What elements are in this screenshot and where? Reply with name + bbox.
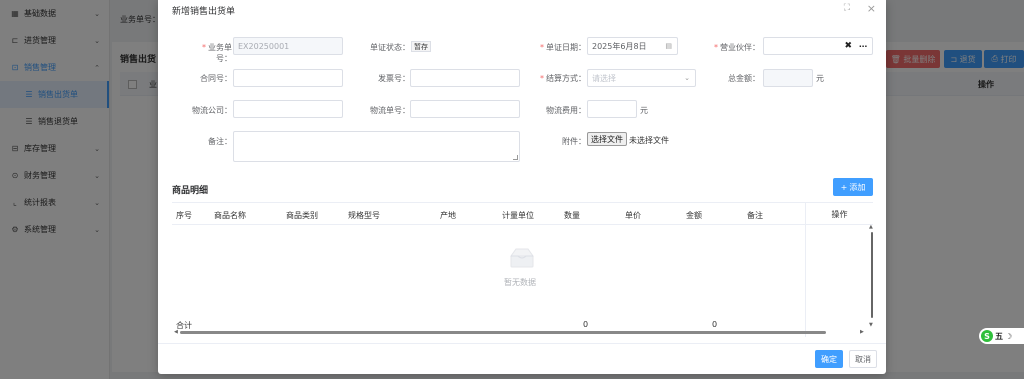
logistics-no-input[interactable] — [410, 100, 520, 118]
remark-label: 备注： — [208, 137, 232, 146]
column-header: 商品类别 — [286, 211, 318, 220]
column-header: 单价 — [625, 211, 641, 220]
goods-table: 序号 商品名称 商品类别 规格型号 产地 计量单位 数量 单价 金额 备注 操作… — [172, 202, 873, 337]
total-label: 总金额： — [728, 74, 760, 83]
settle-label: * 结算方式： — [540, 74, 586, 83]
close-icon[interactable]: × — [867, 2, 876, 15]
column-header-actions: 操作 — [805, 203, 873, 225]
logistics-fee-input[interactable] — [587, 100, 637, 118]
total-input[interactable] — [763, 69, 813, 87]
summary-label: 合计 — [176, 321, 192, 330]
invoice-label: 发票号： — [378, 74, 410, 83]
logistics-fee-label: 物流费用： — [546, 106, 586, 115]
logistics-fee-unit: 元 — [640, 106, 648, 115]
confirm-button[interactable]: 确定 — [815, 350, 843, 368]
contract-input[interactable] — [233, 69, 343, 87]
column-header: 序号 — [176, 211, 192, 220]
add-goods-button[interactable]: + 添加 — [833, 178, 873, 196]
scroll-down-icon[interactable]: ▼ — [869, 322, 873, 328]
plus-icon: + — [840, 182, 848, 192]
partner-input[interactable]: ✖ ⋯ — [763, 37, 873, 55]
moon-icon[interactable]: ☽ — [1005, 332, 1012, 341]
add-goods-label: 添加 — [849, 182, 866, 192]
column-header: 备注 — [747, 211, 763, 220]
dialog-footer-divider — [158, 343, 886, 344]
dialog-header: 新增销售出货单 ⛶ × — [158, 0, 886, 20]
choose-file-button[interactable]: 选择文件 — [587, 132, 627, 146]
contract-label: 合同号： — [200, 74, 232, 83]
cancel-button[interactable]: 取消 — [849, 350, 877, 368]
empty-state-text: 暂无数据 — [504, 278, 536, 287]
logistics-company-input[interactable] — [233, 100, 343, 118]
calendar-icon: ▤ — [665, 42, 672, 50]
ime-toolbar[interactable]: S 五 ☽ — [979, 328, 1024, 344]
new-sales-outbound-dialog: 新增销售出货单 ⛶ × * 业务单号： EX20250001 单证状态： 暂存 *… — [158, 0, 886, 374]
date-label: * 单证日期： — [540, 43, 586, 52]
status-label: 单证状态： — [370, 43, 410, 52]
column-header: 规格型号 — [348, 211, 380, 220]
biz-no-input[interactable]: EX20250001 — [233, 37, 343, 55]
summary-amount: 0 — [712, 320, 718, 329]
total-unit: 元 — [816, 74, 824, 83]
resize-handle[interactable] — [513, 155, 518, 160]
partner-label: * 营业伙伴： — [714, 43, 760, 52]
settle-select[interactable]: 请选择 ⌄ — [587, 69, 696, 87]
scroll-up-icon[interactable]: ▲ — [869, 224, 873, 230]
column-header: 计量单位 — [502, 211, 534, 220]
goods-table-header: 序号 商品名称 商品类别 规格型号 产地 计量单位 数量 单价 金额 备注 操作 — [172, 203, 873, 225]
empty-box-icon — [510, 248, 534, 268]
dialog-title: 新增销售出货单 — [172, 7, 236, 17]
biz-no-label: * 业务单号： — [202, 43, 232, 63]
date-picker[interactable]: 2025年6月8日 ▤ — [587, 37, 678, 55]
attachment-label: 附件： — [562, 137, 586, 146]
clear-icon[interactable]: ✖ — [844, 41, 852, 51]
more-icon[interactable]: ⋯ — [859, 42, 867, 51]
column-header: 金额 — [686, 211, 702, 220]
column-header: 产地 — [440, 211, 456, 220]
goods-section-title: 商品明细 — [172, 186, 209, 196]
status-badge: 暂存 — [411, 41, 431, 52]
ime-mode[interactable]: 五 — [995, 331, 1003, 342]
ime-logo-icon: S — [981, 330, 993, 342]
logistics-no-label: 物流单号： — [370, 106, 410, 115]
column-header: 商品名称 — [214, 211, 246, 220]
scroll-left-icon[interactable]: ◀ — [174, 329, 178, 335]
logistics-company-label: 物流公司： — [192, 106, 232, 115]
vertical-scrollbar[interactable] — [871, 232, 873, 318]
summary-quantity: 0 — [583, 320, 589, 329]
invoice-input[interactable] — [410, 69, 520, 87]
chevron-down-icon: ⌄ — [684, 74, 690, 82]
file-status: 未选择文件 — [629, 136, 669, 145]
maximize-icon[interactable]: ⛶ — [844, 3, 850, 13]
horizontal-scrollbar[interactable] — [180, 331, 826, 334]
remark-textarea[interactable] — [233, 131, 520, 162]
column-header: 数量 — [564, 211, 580, 220]
scroll-right-icon[interactable]: ▶ — [860, 329, 864, 335]
